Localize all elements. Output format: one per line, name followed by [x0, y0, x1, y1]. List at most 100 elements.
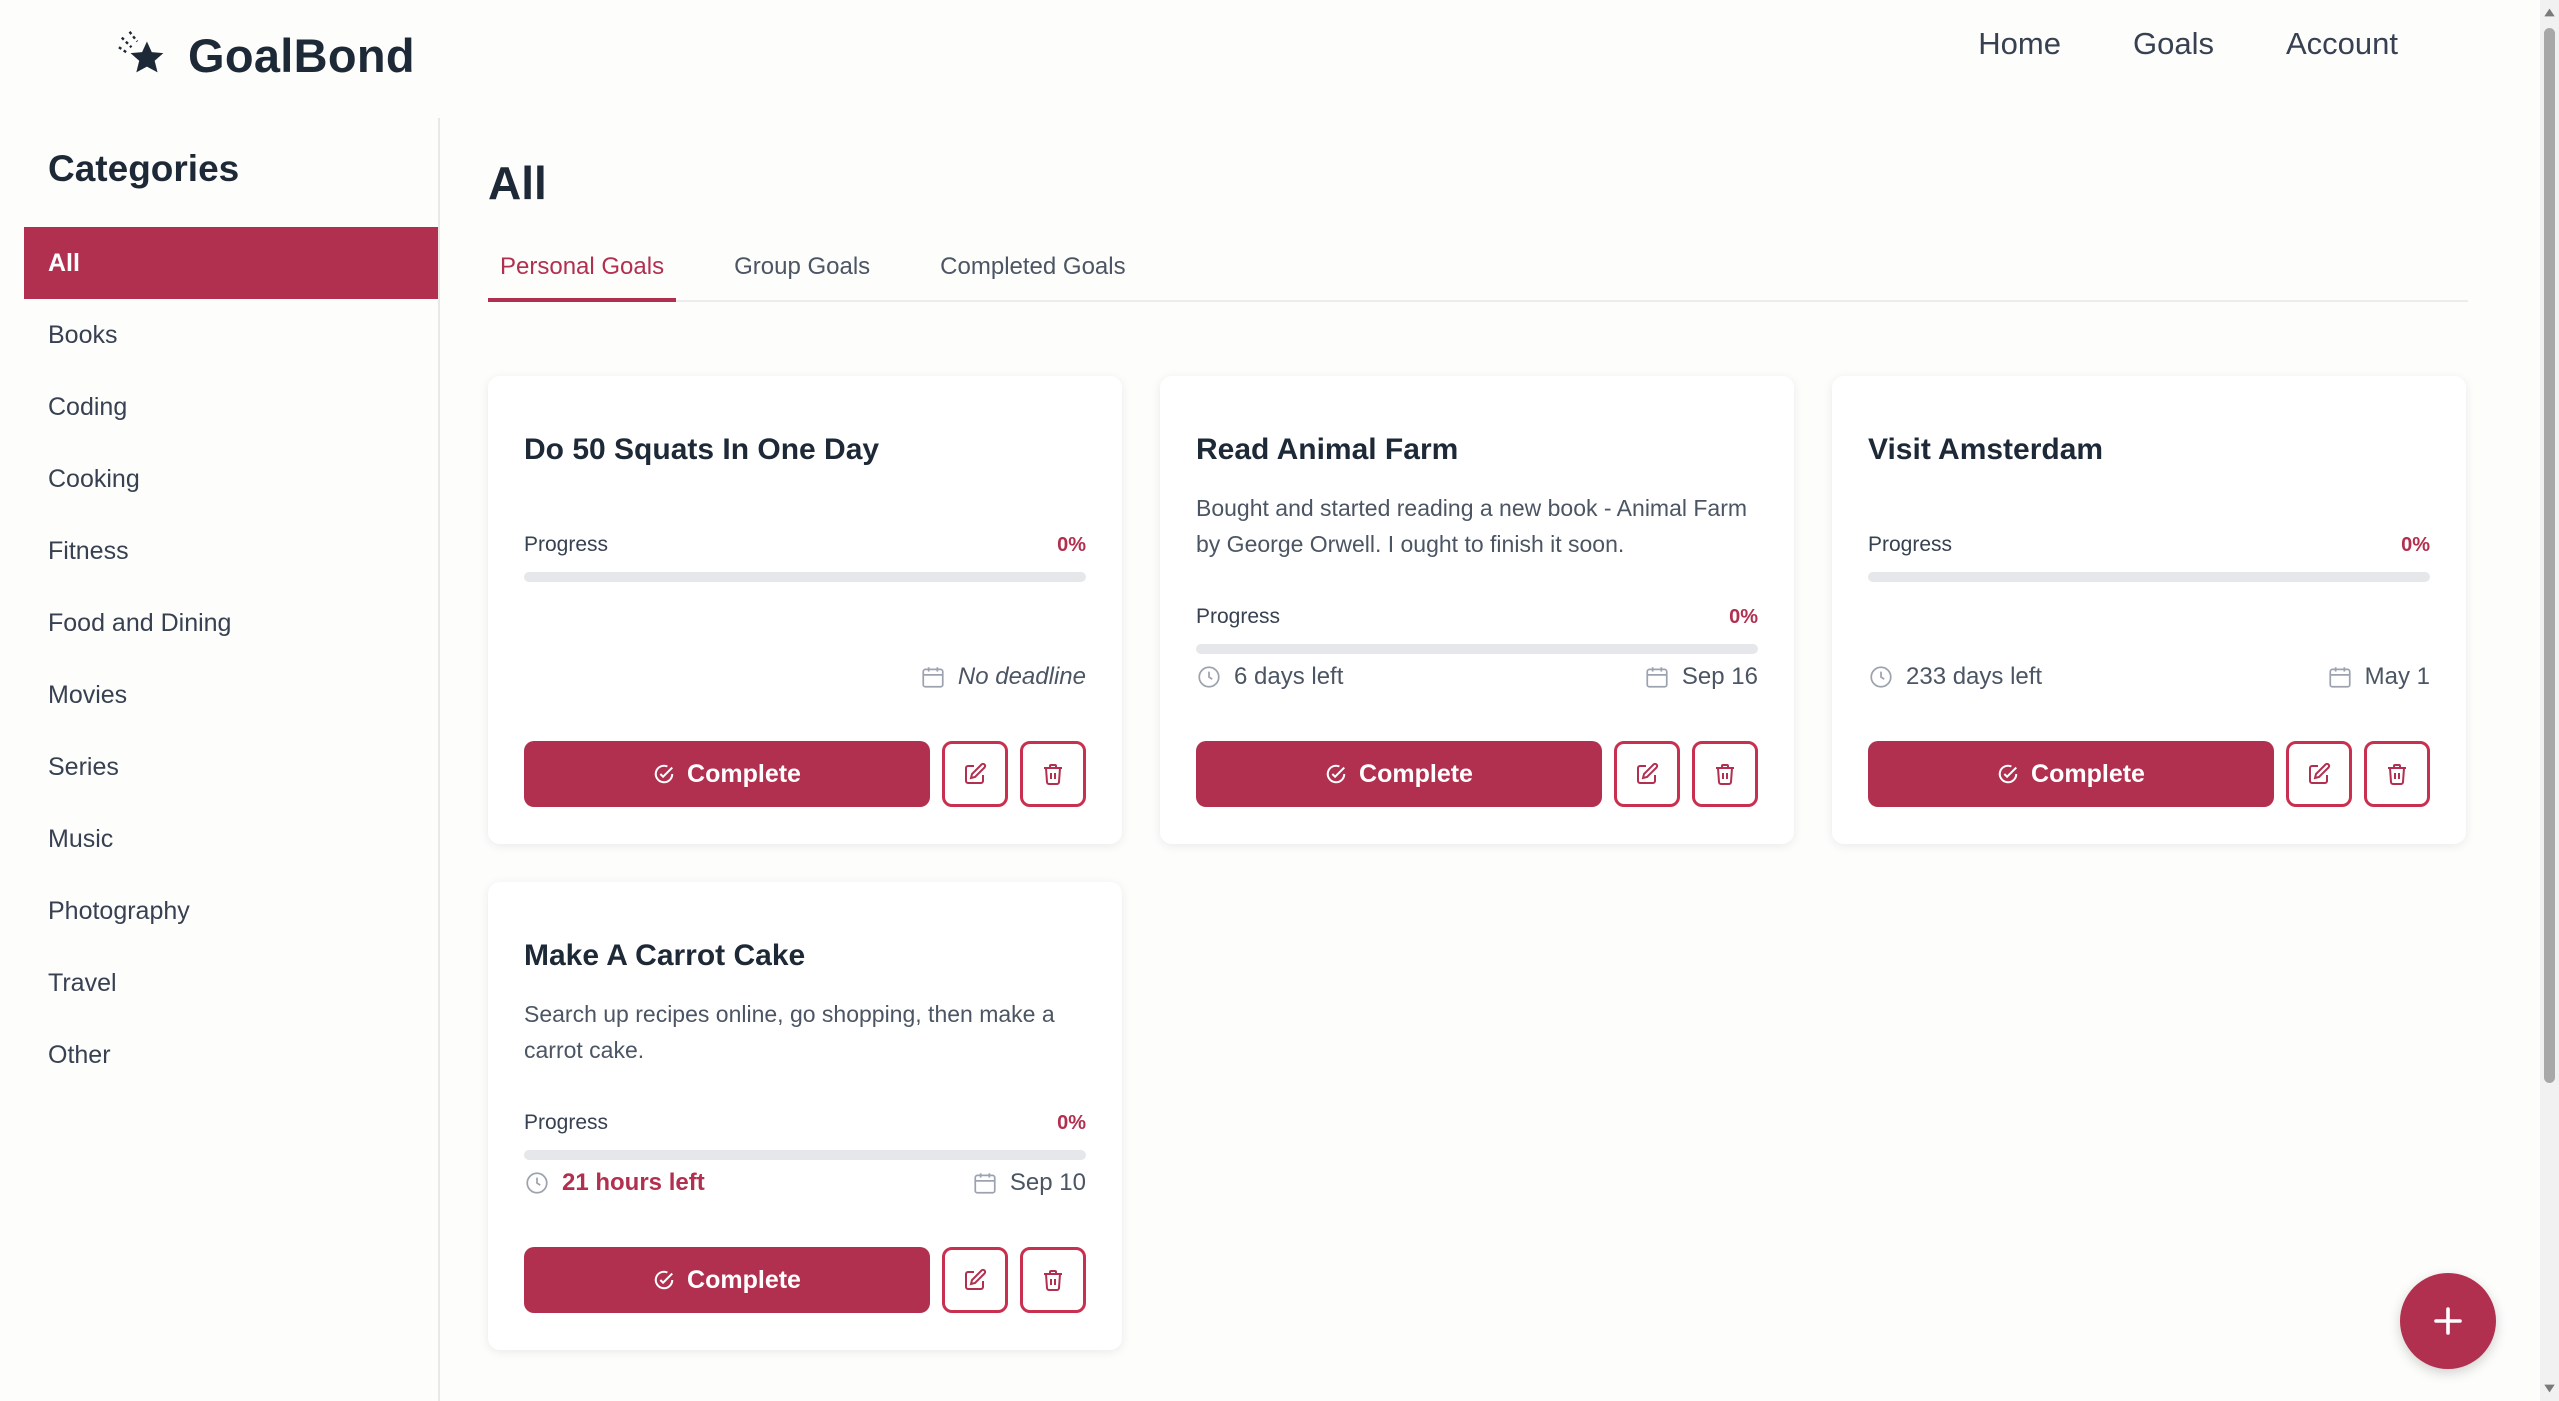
goal-grid: Do 50 Squats In One Day Progress 0% No d…	[488, 376, 2468, 1350]
calendar-icon	[2329, 667, 2351, 688]
category-item-photography[interactable]: Photography	[24, 875, 438, 947]
delete-button[interactable]	[2364, 741, 2430, 807]
edit-button[interactable]	[942, 1247, 1008, 1313]
edit-button[interactable]	[1614, 741, 1680, 807]
delete-button[interactable]	[1020, 1247, 1086, 1313]
goal-card: Make A Carrot Cake Search up recipes onl…	[488, 882, 1122, 1350]
complete-button[interactable]: Complete	[524, 1247, 930, 1313]
goal-title: Visit Amsterdam	[1868, 433, 2104, 466]
complete-button[interactable]: Complete	[1196, 741, 1602, 807]
check-circle-icon	[654, 1270, 674, 1290]
progress-value: 0%	[1729, 605, 1758, 628]
goal-actions: Complete	[524, 1247, 1086, 1313]
goal-meta: 21 hours left Sep 10	[524, 1165, 1086, 1201]
top-navbar: GoalBond Home Goals Account	[0, 0, 2540, 118]
progress-label: Progress	[524, 1111, 609, 1134]
goal-actions: Complete	[1196, 741, 1758, 807]
edit-button[interactable]	[942, 741, 1008, 807]
progress-bar	[524, 572, 1086, 582]
category-item-other[interactable]: Other	[24, 1019, 438, 1091]
clock-icon	[526, 1172, 548, 1194]
category-item-music[interactable]: Music	[24, 803, 438, 875]
time-left: 233 days left	[1868, 663, 2042, 691]
category-list: All Books Coding Cooking Fitness Food an…	[24, 227, 438, 1091]
scroll-up-arrow-icon[interactable]	[2543, 6, 2556, 19]
progress-header: Progress 0%	[1868, 533, 2430, 557]
goal-meta: 233 days left May 1	[1868, 659, 2430, 695]
progress-bar	[1196, 644, 1758, 654]
calendar-icon	[974, 1173, 996, 1194]
page-scrollbar[interactable]	[2540, 0, 2559, 1401]
add-goal-button[interactable]	[2400, 1273, 2496, 1369]
trash-icon	[2388, 764, 2406, 785]
brand-name: GoalBond	[188, 28, 415, 82]
edit-icon	[1637, 762, 1659, 784]
progress-value: 0%	[1057, 533, 1086, 556]
progress-label: Progress	[1868, 533, 1953, 556]
deadline: Sep 10	[972, 1169, 1086, 1197]
scroll-down-arrow-icon[interactable]	[2543, 1382, 2556, 1395]
star-logo-icon	[118, 31, 164, 73]
tab-group-goals[interactable]: Group Goals	[722, 242, 882, 302]
category-item-cooking[interactable]: Cooking	[24, 443, 438, 515]
scroll-thumb[interactable]	[2544, 28, 2555, 1083]
trash-icon	[1044, 764, 1062, 785]
progress-bar	[1868, 572, 2430, 582]
goal-description: Bought and started reading a new book - …	[1196, 495, 1748, 557]
clock-icon	[1198, 666, 1220, 688]
goal-tabs: Personal Goals Group Goals Completed Goa…	[488, 242, 2468, 302]
category-item-fitness[interactable]: Fitness	[24, 515, 438, 587]
deadline-text: No deadline	[957, 663, 1086, 690]
goal-meta: 6 days left Sep 16	[1196, 659, 1758, 695]
sidebar-title: Categories	[48, 148, 240, 189]
deadline: No deadline	[920, 663, 1086, 691]
goal-description: Search up recipes online, go shopping, t…	[524, 1001, 1055, 1063]
check-circle-icon	[654, 764, 674, 784]
time-left: 6 days left	[1196, 663, 1343, 691]
trash-icon	[1716, 764, 1734, 785]
page-title: All	[488, 157, 547, 209]
deadline-text: May 1	[2364, 663, 2430, 690]
category-item-all[interactable]: All	[24, 227, 438, 299]
progress-header: Progress 0%	[524, 1111, 1086, 1135]
complete-label: Complete	[687, 1265, 801, 1294]
goal-actions: Complete	[524, 741, 1086, 807]
category-item-series[interactable]: Series	[24, 731, 438, 803]
deadline-text: Sep 16	[1681, 663, 1758, 690]
complete-label: Complete	[1359, 759, 1473, 788]
category-item-food-and-dining[interactable]: Food and Dining	[24, 587, 438, 659]
category-item-books[interactable]: Books	[24, 299, 438, 371]
deadline: Sep 16	[1644, 663, 1758, 691]
time-left-text: 6 days left	[1234, 663, 1344, 690]
goal-meta: No deadline	[524, 659, 1086, 695]
clock-icon	[1870, 666, 1892, 688]
goal-card: Read Animal Farm Bought and started read…	[1160, 376, 1794, 844]
nav-goals[interactable]: Goals	[2133, 26, 2214, 62]
progress-label: Progress	[1196, 605, 1281, 628]
edit-icon	[965, 762, 987, 784]
deadline-text: Sep 10	[1009, 1169, 1086, 1196]
complete-button[interactable]: Complete	[524, 741, 930, 807]
time-left-text: 21 hours left	[562, 1169, 705, 1196]
progress-bar	[524, 1150, 1086, 1160]
progress-label: Progress	[524, 533, 609, 556]
check-circle-icon	[1998, 764, 2018, 784]
delete-button[interactable]	[1020, 741, 1086, 807]
category-item-movies[interactable]: Movies	[24, 659, 438, 731]
brand[interactable]: GoalBond	[116, 24, 415, 86]
progress-value: 0%	[2401, 533, 2430, 556]
goal-actions: Complete	[1868, 741, 2430, 807]
category-item-coding[interactable]: Coding	[24, 371, 438, 443]
complete-button[interactable]: Complete	[1868, 741, 2274, 807]
edit-button[interactable]	[2286, 741, 2352, 807]
nav-home[interactable]: Home	[1978, 26, 2061, 62]
nav-account[interactable]: Account	[2286, 26, 2398, 62]
check-circle-icon	[1326, 764, 1346, 784]
tab-personal-goals[interactable]: Personal Goals	[488, 242, 677, 302]
goal-title: Read Animal Farm	[1196, 433, 1459, 466]
category-item-travel[interactable]: Travel	[24, 947, 438, 1019]
time-left: 21 hours left	[524, 1169, 705, 1197]
tab-completed-goals[interactable]: Completed Goals	[928, 242, 1137, 302]
delete-button[interactable]	[1692, 741, 1758, 807]
time-left-text: 233 days left	[1906, 663, 2043, 690]
